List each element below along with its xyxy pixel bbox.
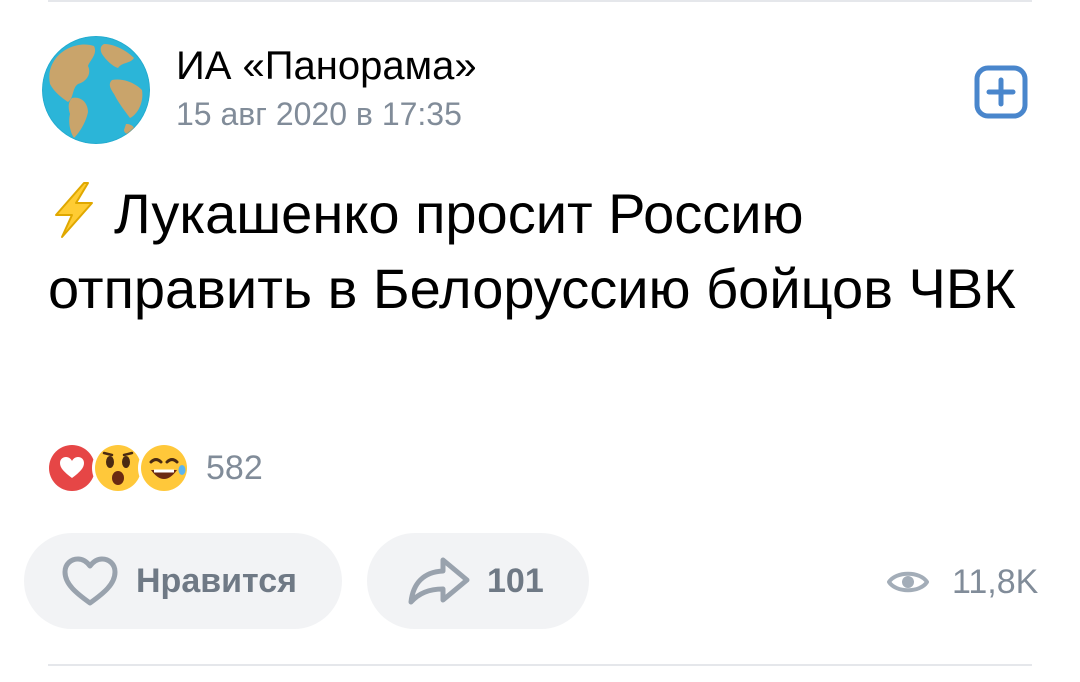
lightning-icon (48, 181, 100, 239)
like-label: Нравится (136, 561, 297, 600)
share-button[interactable]: 101 (367, 533, 589, 629)
globe-icon (42, 36, 150, 144)
views-counter: 11,8K (886, 556, 1038, 608)
like-button[interactable]: Нравится (24, 533, 342, 629)
share-arrow-icon (407, 556, 471, 606)
author-avatar[interactable] (42, 36, 150, 144)
views-count: 11,8K (952, 562, 1039, 601)
top-divider (48, 0, 1032, 2)
reactions-summary[interactable]: 582 (46, 442, 263, 494)
post-text-body: Лукашенко просит Россию отправить в Бело… (48, 182, 1016, 320)
post-date[interactable]: 15 авг 2020 в 17:35 (176, 94, 462, 134)
laughing-face-icon (138, 442, 190, 494)
eye-icon (886, 566, 930, 598)
bottom-divider (48, 664, 1032, 666)
heart-outline-icon (60, 555, 120, 607)
post-text: Лукашенко просит Россию отправить в Бело… (48, 176, 1038, 326)
heart-icon (46, 442, 98, 494)
author-name[interactable]: ИА «Панорама» (176, 42, 477, 90)
post-card: ИА «Панорама» 15 авг 2020 в 17:35 Лукаше… (0, 0, 1080, 682)
plus-square-icon (974, 65, 1028, 119)
reactions-count: 582 (206, 448, 263, 487)
subscribe-button[interactable] (973, 64, 1029, 120)
share-count: 101 (487, 561, 544, 600)
shocked-face-icon (92, 442, 144, 494)
